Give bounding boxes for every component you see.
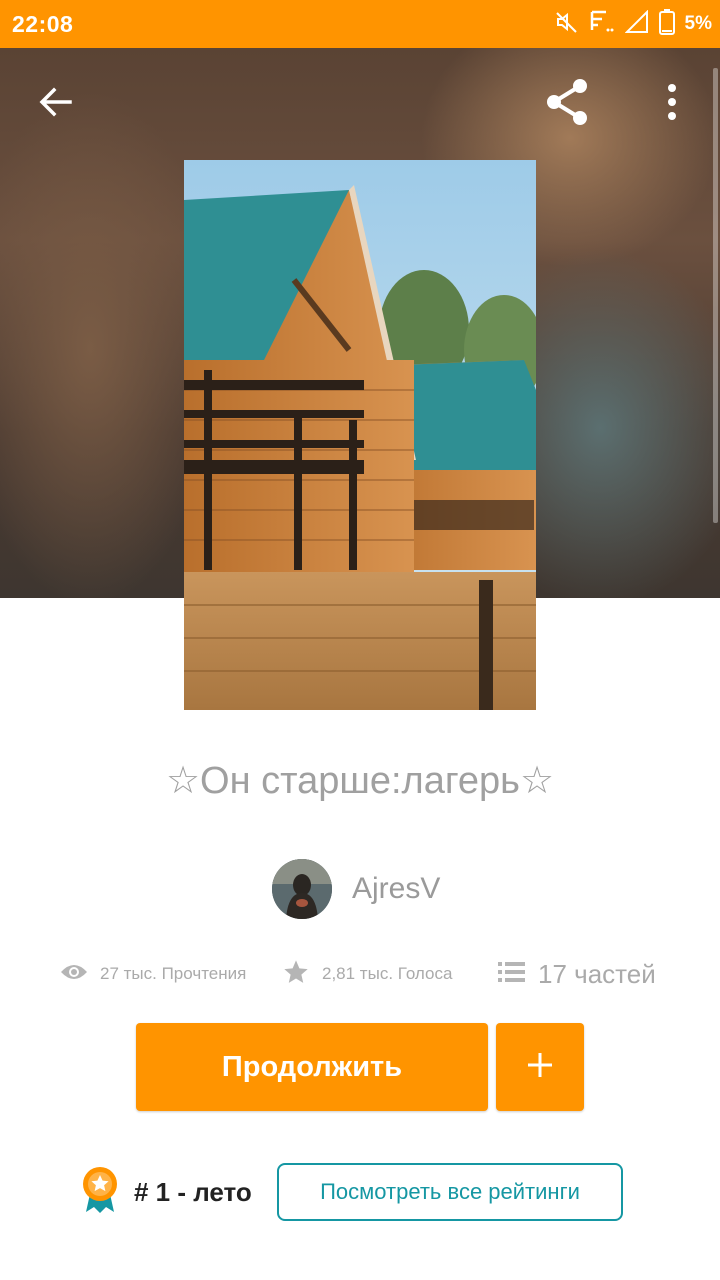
back-button[interactable] — [24, 72, 88, 136]
add-to-library-button[interactable] — [496, 1023, 584, 1111]
story-stats: 27 тыс. Прочтения 2,81 тыс. Голоса 17 ча… — [0, 950, 720, 998]
book-cover-image — [184, 160, 536, 710]
status-bar: 22:08 5% — [0, 0, 720, 48]
story-title: ☆Он старше:лагерь☆ — [165, 760, 555, 802]
share-button[interactable] — [536, 72, 600, 136]
author-name[interactable]: AjresV — [352, 872, 440, 906]
signal-icon — [589, 9, 615, 40]
status-time: 22:08 — [12, 11, 74, 37]
votes-count: 2,81 тыс. Голоса — [322, 964, 453, 983]
more-vertical-icon — [666, 82, 678, 127]
share-icon — [542, 76, 594, 133]
medal-icon — [80, 1166, 120, 1219]
parts-stat[interactable]: 17 частей — [498, 950, 656, 998]
author-row[interactable]: AjresV — [272, 858, 440, 920]
votes-stat: 2,81 тыс. Голоса — [282, 950, 452, 998]
cell-signal-icon — [624, 9, 649, 39]
reads-count: 27 тыс. Прочтения — [100, 964, 247, 983]
more-options-button[interactable] — [640, 72, 704, 136]
scrollbar[interactable] — [713, 68, 718, 523]
parts-count[interactable]: 17 частей — [538, 959, 656, 990]
list-icon — [498, 960, 526, 989]
battery-percent: 5% — [684, 13, 712, 34]
mute-icon — [555, 10, 579, 39]
ranking-badge: # 1 - лето — [80, 1166, 252, 1218]
arrow-left-icon — [36, 82, 76, 127]
book-cover — [184, 160, 536, 710]
continue-button[interactable]: Продолжить — [136, 1023, 488, 1111]
battery-icon — [658, 8, 675, 40]
plus-icon — [526, 1051, 554, 1084]
eye-icon — [60, 962, 88, 987]
rank-text: # 1 - лето — [134, 1176, 252, 1207]
view-all-ratings-button[interactable]: Посмотреть все рейтинги — [277, 1163, 623, 1221]
reads-stat: 27 тыс. Прочтения — [60, 950, 246, 998]
status-icons: 5% — [555, 8, 712, 40]
star-icon — [282, 958, 310, 991]
avatar[interactable] — [272, 859, 332, 919]
